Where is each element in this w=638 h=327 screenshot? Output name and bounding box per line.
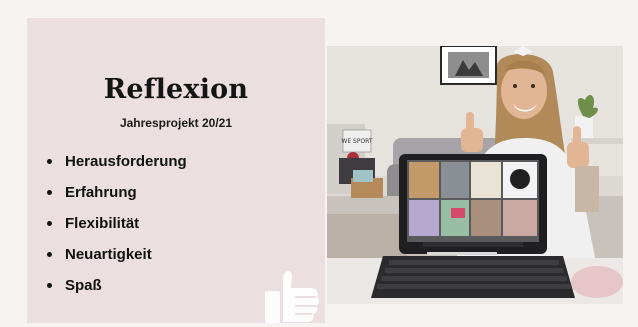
video-call-photo: WE SPORT [327,46,623,304]
bullet-item: Erfahrung [47,177,187,208]
bullet-item: Herausforderung [47,146,187,177]
bullet-dot-icon [47,221,52,226]
photo-scene: WE SPORT [327,46,623,304]
bullet-label: Neuartigkeit [65,246,152,263]
bullet-label: Flexibilität [65,215,140,232]
bullet-dot-icon [47,190,52,195]
bullet-label: Herausforderung [65,153,187,170]
bullet-dot-icon [47,252,52,257]
bullet-list: Herausforderung Erfahrung Flexibilität N… [47,146,187,301]
bullet-label: Spaß [65,277,102,294]
bullet-dot-icon [47,283,52,288]
presentation-slide: Reflexion Jahresprojekt 20/21 Herausford… [0,0,638,327]
bullet-item: Spaß [47,270,187,301]
slide-subtitle: Jahresprojekt 20/21 [119,116,233,130]
bullet-item: Flexibilität [47,208,187,239]
sign-text: WE SPORT [341,138,373,145]
bullet-dot-icon [47,159,52,164]
reflection-panel: Reflexion Jahresprojekt 20/21 Herausford… [27,18,325,323]
slide-title: Reflexion [103,74,249,105]
bullet-label: Erfahrung [65,184,137,201]
thumbs-up-icon [265,270,320,323]
bullet-item: Neuartigkeit [47,239,187,270]
